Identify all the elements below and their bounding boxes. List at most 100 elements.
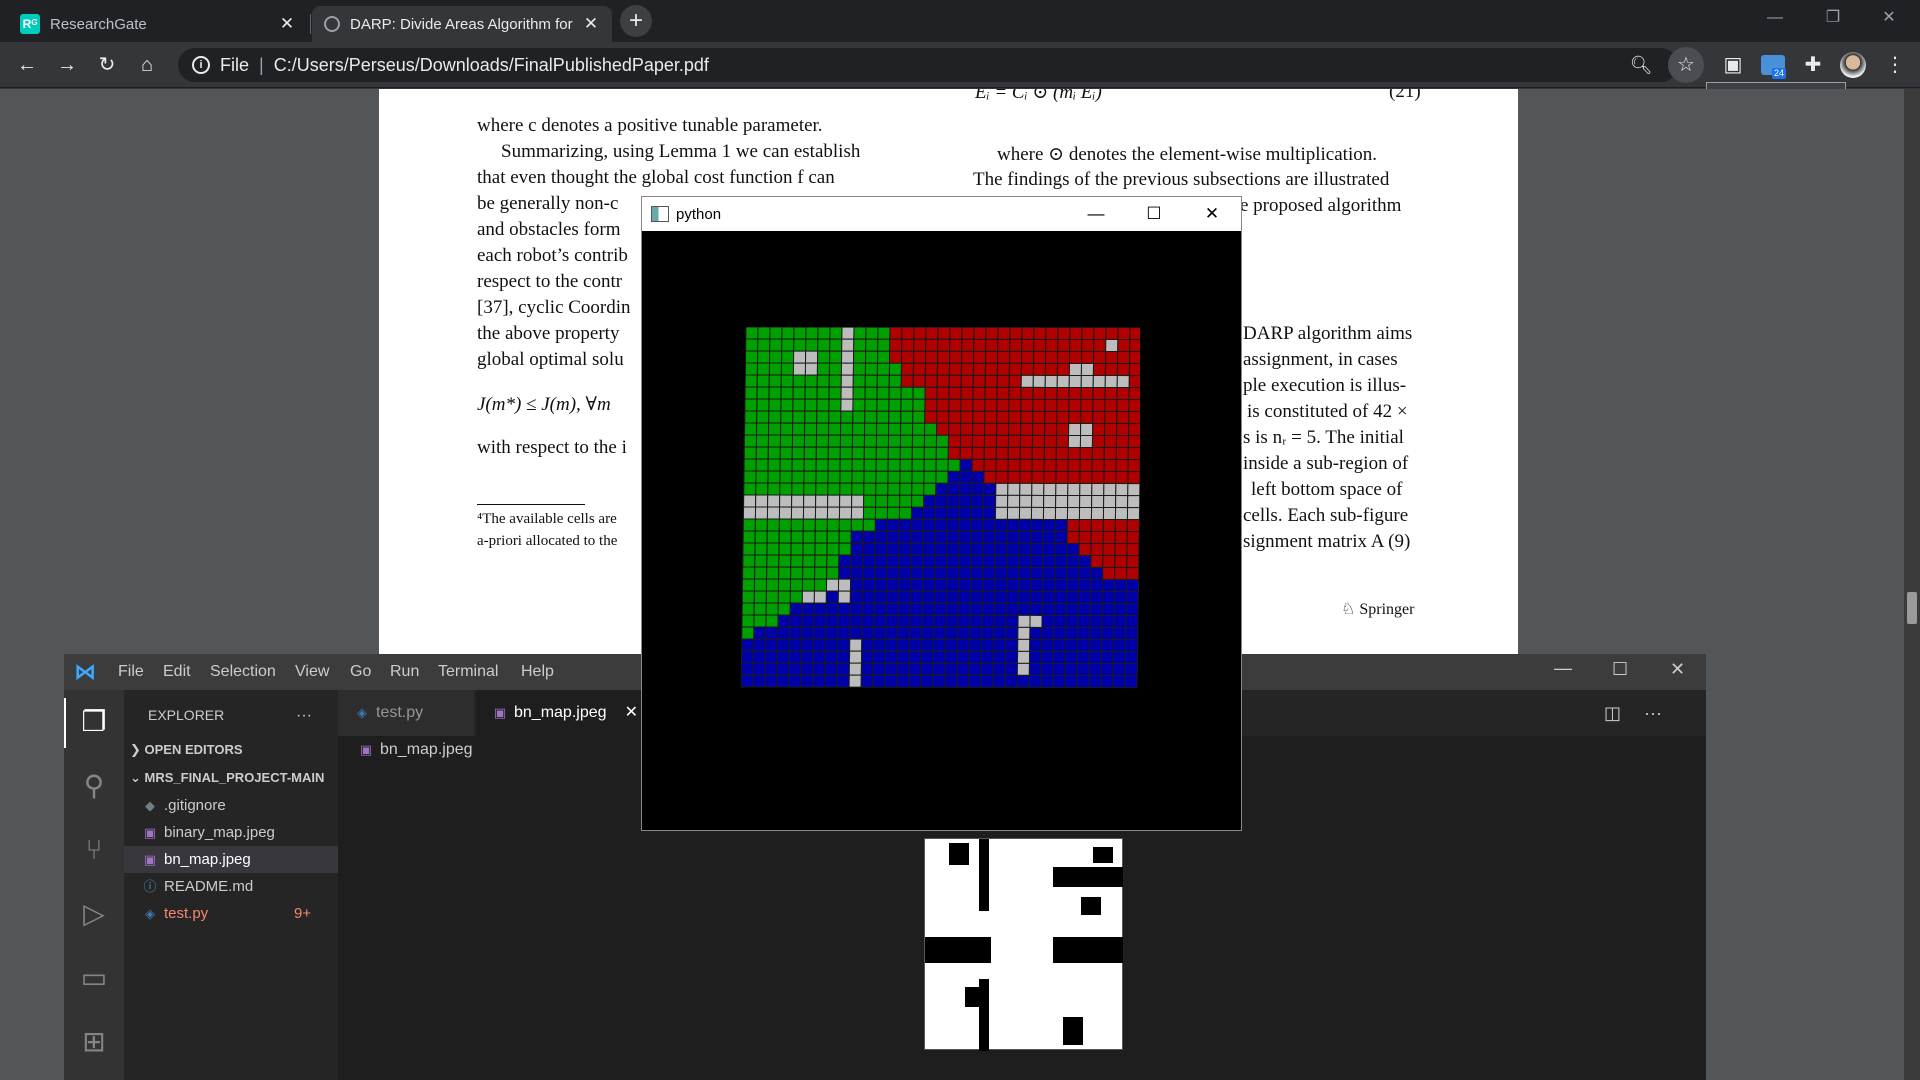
menu-help[interactable]: Help xyxy=(521,663,554,681)
grid-cell xyxy=(949,338,963,352)
grid-cell xyxy=(996,410,1010,424)
minimize-icon[interactable]: — xyxy=(1067,197,1125,231)
more-actions-icon[interactable]: ··· xyxy=(1628,690,1678,736)
close-icon[interactable]: ✕ xyxy=(1183,197,1241,231)
address-bar[interactable]: i File | C:/Users/Perseus/Downloads/Fina… xyxy=(178,48,1678,82)
menu-view[interactable]: View xyxy=(295,663,329,681)
grid-cell xyxy=(912,398,926,412)
menu-selection[interactable]: Selection xyxy=(210,663,276,681)
grid-cell xyxy=(1009,338,1023,352)
editor-tab-test-py[interactable]: ◈ test.py xyxy=(338,690,474,736)
tab-search-icon[interactable]: ▣ xyxy=(1718,50,1748,80)
calendar-extension-icon[interactable]: 24 xyxy=(1758,50,1788,80)
file-item-test-py[interactable]: ◈ test.py 9+ xyxy=(124,900,338,927)
source-control-icon[interactable]: ⑂ xyxy=(64,820,124,880)
bookmark-star-icon[interactable]: ☆ xyxy=(1668,47,1704,83)
forward-icon[interactable]: → xyxy=(52,50,82,80)
image-file-icon: ▣ xyxy=(143,825,157,840)
close-icon[interactable]: ✕ xyxy=(278,14,296,34)
extensions-puzzle-icon[interactable]: ✚ xyxy=(1798,50,1828,80)
explorer-files-icon[interactable]: ❐ xyxy=(64,692,124,752)
grid-cell xyxy=(1105,351,1119,365)
menu-run[interactable]: Run xyxy=(390,663,419,681)
menu-terminal[interactable]: Terminal xyxy=(438,663,498,681)
grid-cell xyxy=(981,626,995,640)
file-item-readme[interactable]: ⓘ README.md xyxy=(124,873,338,900)
info-icon[interactable]: i xyxy=(192,56,210,74)
restore-icon[interactable]: ❐ xyxy=(1810,0,1856,36)
grid-cell xyxy=(765,626,779,640)
grid-cell xyxy=(913,327,927,340)
menu-go[interactable]: Go xyxy=(350,663,371,681)
grid-cell xyxy=(756,374,770,388)
file-item-gitignore[interactable]: ◆ .gitignore xyxy=(124,792,338,819)
new-tab-button[interactable]: + xyxy=(620,5,652,37)
close-icon[interactable]: ✕ xyxy=(1670,659,1685,680)
grid-cell xyxy=(768,422,782,436)
grid-cell xyxy=(994,554,1008,568)
grid-cell xyxy=(948,362,963,376)
grid-cell xyxy=(970,530,984,544)
menu-edit[interactable]: Edit xyxy=(163,663,191,681)
reload-icon[interactable]: ↻ xyxy=(92,50,122,80)
maximize-icon[interactable]: ☐ xyxy=(1612,659,1628,680)
grid-cell xyxy=(1067,494,1081,509)
grid-cell xyxy=(838,506,853,520)
grid-cell xyxy=(1052,650,1067,664)
grid-cell xyxy=(815,482,829,496)
grid-cell xyxy=(1041,614,1055,628)
zoom-icon[interactable]: 🔍︎ xyxy=(1626,50,1656,80)
close-icon[interactable]: ✕ xyxy=(582,14,600,34)
grid-cell xyxy=(839,446,853,460)
grid-cell xyxy=(1053,602,1067,616)
file-item-bn-map[interactable]: ▣ bn_map.jpeg xyxy=(124,846,338,873)
remote-explorer-icon[interactable]: ▭ xyxy=(64,948,124,1008)
grid-cell xyxy=(912,422,926,436)
grid-cell xyxy=(909,638,923,652)
scrollbar-thumb[interactable] xyxy=(1907,592,1917,624)
window-title: python xyxy=(676,206,722,223)
grid-cell xyxy=(824,650,839,664)
grid-cell xyxy=(956,650,971,664)
grid-cell xyxy=(946,542,960,556)
python-window-titlebar[interactable]: python — ☐ ✕ xyxy=(642,197,1241,231)
grid-cell xyxy=(1028,662,1042,676)
project-folder-section[interactable]: ⌄ MRS_FINAL_PROJECT-MAIN xyxy=(130,764,344,791)
explorer-more-icon[interactable]: ··· xyxy=(296,702,326,729)
pdf-scrollbar[interactable] xyxy=(1904,89,1920,1080)
menu-file[interactable]: File xyxy=(118,663,144,681)
url-text[interactable]: C:/Users/Perseus/Downloads/FinalPublishe… xyxy=(274,55,709,76)
back-icon[interactable]: ← xyxy=(12,50,42,80)
grid-cell xyxy=(789,626,803,640)
editor-tab-bn-map[interactable]: ▣ bn_map.jpeg ✕ xyxy=(476,690,642,736)
close-icon[interactable]: ✕ xyxy=(625,690,638,736)
home-icon[interactable]: ⌂ xyxy=(132,50,162,80)
python-plot-window: python — ☐ ✕ xyxy=(641,196,1242,831)
grid-cell xyxy=(849,578,864,592)
maximize-icon[interactable]: ☐ xyxy=(1125,197,1183,231)
run-debug-icon[interactable]: ▷ xyxy=(64,884,124,944)
extensions-icon[interactable]: ⊞ xyxy=(64,1012,124,1072)
grid-cell xyxy=(972,422,986,436)
tab-researchgate[interactable]: Rᴳ ResearchGate ✕ xyxy=(8,6,308,42)
grid-cell xyxy=(898,518,912,532)
obstacle xyxy=(979,839,989,911)
grid-cell xyxy=(876,410,890,424)
grid-cell xyxy=(838,518,852,532)
close-window-icon[interactable]: ✕ xyxy=(1866,0,1912,36)
minimize-icon[interactable]: — xyxy=(1554,658,1572,679)
file-item-binary-map[interactable]: ▣ binary_map.jpeg xyxy=(124,819,338,846)
minimize-icon[interactable]: — xyxy=(1752,0,1798,36)
tab-darp-paper[interactable]: DARP: Divide Areas Algorithm for ✕ xyxy=(312,6,612,42)
grid-cell xyxy=(909,578,924,592)
grid-cell xyxy=(900,362,915,376)
grid-cell xyxy=(925,350,939,364)
grid-cell xyxy=(901,338,915,352)
grid-cell xyxy=(1080,387,1094,401)
grid-cell xyxy=(829,327,843,340)
menu-kebab-icon[interactable]: ⋮ xyxy=(1880,50,1910,80)
grid-cell xyxy=(985,327,999,340)
profile-avatar[interactable] xyxy=(1838,50,1868,80)
open-editors-section[interactable]: ❯ OPEN EDITORS xyxy=(130,736,344,763)
search-icon[interactable]: ⚲ xyxy=(64,756,124,816)
